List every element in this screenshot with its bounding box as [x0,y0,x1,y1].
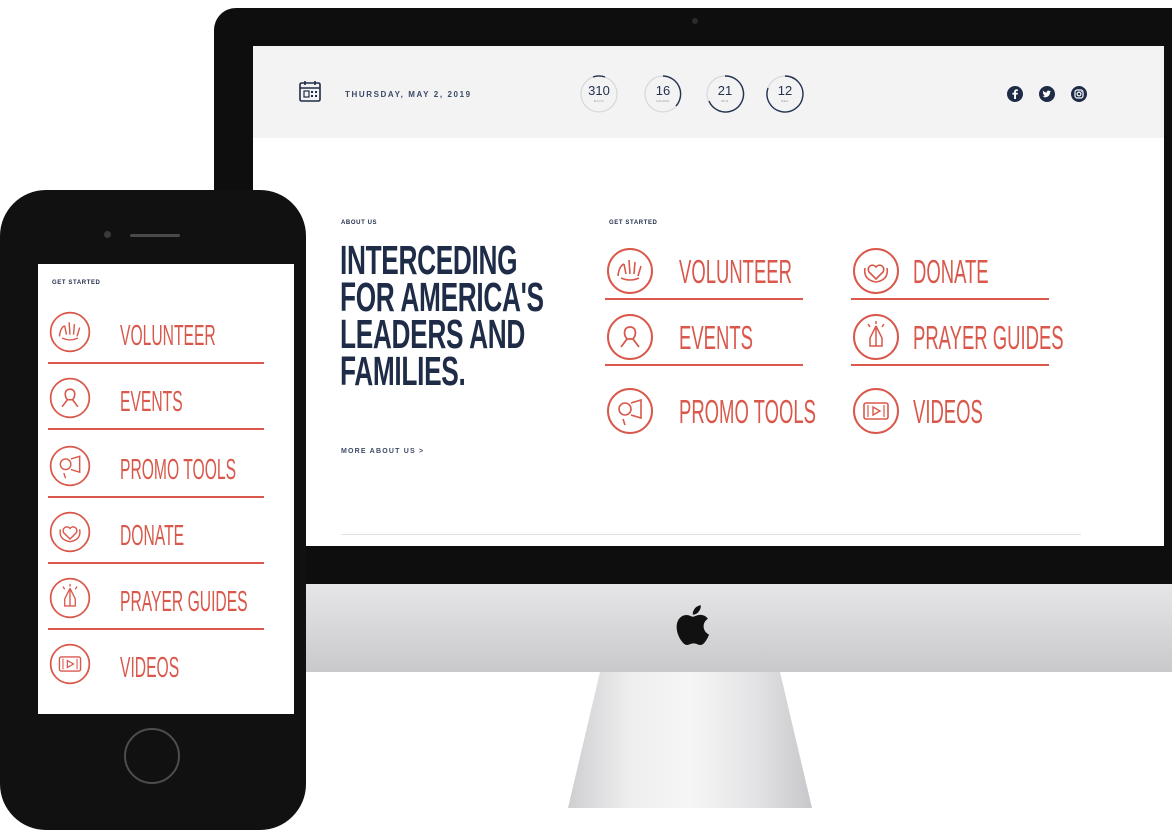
current-date: THURSDAY, MAY 2, 2019 [345,90,472,99]
volunteer-tile[interactable]: VOLUNTEER [605,246,803,300]
iphone: GET STARTED VOLUNTEER EVENTS PROMO TOOLS… [0,190,306,830]
facebook-icon[interactable] [1007,86,1023,102]
calendar-icon [299,81,321,102]
hands-icon [49,311,91,353]
countdown-minutes: 21 MIN [705,74,745,114]
events-tile[interactable]: EVENTS [605,312,803,366]
imac-camera [692,18,698,24]
apple-logo-icon [676,605,709,646]
desktop-screen: THURSDAY, MAY 2, 2019 310 DAYS 16 HOURS … [253,46,1164,546]
video-icon [49,643,91,685]
megaphone-icon [49,445,91,487]
donate-tile[interactable]: DONATE [851,246,1049,300]
mobile-videos-tile[interactable]: VIDEOS [48,636,264,696]
get-started-label: GET STARTED [609,220,658,226]
imac-stand [568,672,812,808]
mobile-screen: GET STARTED VOLUNTEER EVENTS PROMO TOOLS… [38,264,294,714]
ribbon-icon [49,377,91,419]
heart-hands-icon [853,248,899,294]
section-divider [341,534,1081,535]
twitter-icon[interactable] [1039,86,1055,102]
mobile-get-started-label: GET STARTED [52,280,101,286]
mobile-donate-tile[interactable]: DONATE [48,504,264,564]
praying-hands-icon [853,314,899,360]
more-about-us-link[interactable]: MORE ABOUT US > [341,448,424,455]
promo-tools-tile[interactable]: PROMO TOOLS [605,386,816,440]
about-label: ABOUT US [341,220,378,226]
video-icon [853,388,899,434]
phone-camera [104,231,111,238]
phone-speaker [130,234,180,237]
countdown-days: 310 DAYS [579,74,619,114]
instagram-icon[interactable] [1071,86,1087,102]
mobile-prayer-guides-tile[interactable]: PRAYER GUIDES [48,570,264,630]
prayer-guides-tile[interactable]: PRAYER GUIDES [851,312,1064,366]
mobile-events-tile[interactable]: EVENTS [48,370,264,430]
top-bar: THURSDAY, MAY 2, 2019 310 DAYS 16 HOURS … [253,46,1164,138]
phone-home-button[interactable] [124,728,180,784]
megaphone-icon [607,388,653,434]
countdown-hours: 16 HOURS [643,74,683,114]
praying-hands-icon [49,577,91,619]
videos-tile[interactable]: VIDEOS [851,386,1049,440]
mobile-promo-tools-tile[interactable]: PROMO TOOLS [48,438,264,498]
hands-icon [607,248,653,294]
mobile-volunteer-tile[interactable]: VOLUNTEER [48,304,264,364]
ribbon-icon [607,314,653,360]
countdown-seconds: 12 SEC [765,74,805,114]
heart-hands-icon [49,511,91,553]
